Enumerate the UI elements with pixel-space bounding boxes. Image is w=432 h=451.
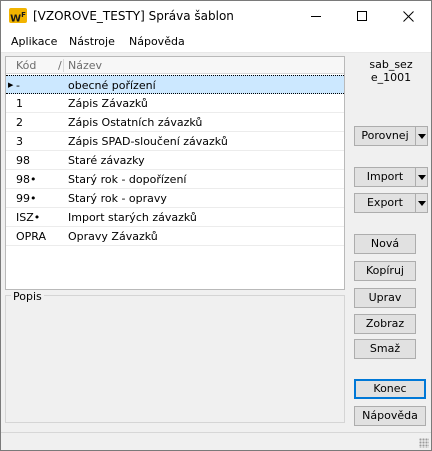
resize-grip-icon[interactable] <box>419 438 429 448</box>
column-header-kod[interactable]: Kód <box>16 59 36 72</box>
menu-aplikace[interactable]: Aplikace <box>11 35 57 48</box>
table-row[interactable]: OPRA Opravy Závazků <box>6 227 344 246</box>
table-row[interactable]: 98 Staré závazky <box>6 151 344 170</box>
menu-napoveda[interactable]: Nápověda <box>129 35 185 48</box>
column-header-nazev[interactable]: Název <box>68 59 102 72</box>
chevron-down-icon <box>417 174 426 180</box>
close-icon <box>402 10 414 22</box>
app-window: WF [VZOROVE_TESTY] Správa šablon Aplikac… <box>0 0 432 451</box>
cell-kod: 1 <box>16 97 23 110</box>
cell-kod: 3 <box>16 135 23 148</box>
minimize-icon <box>311 15 321 17</box>
menu-nastroje[interactable]: Nástroje <box>69 35 115 48</box>
cell-kod: OPRA <box>16 230 47 243</box>
table-row[interactable]: 1 Zápis Závazků <box>6 94 344 113</box>
export-dropdown-button[interactable] <box>415 193 428 213</box>
chevron-down-icon <box>417 133 426 139</box>
window-title: [VZOROVE_TESTY] Správa šablon <box>33 9 234 23</box>
cell-nazev: Import starých závazků <box>68 211 197 224</box>
template-code-line1: sab_sez <box>369 58 413 71</box>
porovnej-dropdown-button[interactable] <box>415 126 428 146</box>
konec-button[interactable]: Konec <box>354 379 426 399</box>
zobraz-button[interactable]: Zobraz <box>354 314 416 334</box>
uprav-button[interactable]: Uprav <box>354 288 416 308</box>
cell-kod: ISZ• <box>16 211 41 224</box>
grid-rows: ▶ - obecné pořízení 1 Zápis Závazků 2 Zá… <box>6 75 344 246</box>
template-code: sab_sez e_1001 <box>361 58 421 84</box>
cell-nazev: Opravy Závazků <box>68 230 158 243</box>
maximize-icon <box>357 11 367 21</box>
table-row[interactable]: 98• Starý rok - dopořízení <box>6 170 344 189</box>
cell-kod: - <box>16 79 20 92</box>
cell-nazev: Staré závazky <box>68 154 145 167</box>
logo-main: W <box>10 13 22 25</box>
table-row[interactable]: ISZ• Import starých závazků <box>6 208 344 227</box>
table-row[interactable]: 2 Zápis Ostatních závazků <box>6 113 344 132</box>
maximize-button[interactable] <box>339 1 385 31</box>
cell-nazev: Starý rok - opravy <box>68 192 167 205</box>
minimize-button[interactable] <box>293 1 339 31</box>
export-button[interactable]: Export <box>354 193 416 213</box>
cell-kod: 98• <box>16 173 37 186</box>
porovnej-button[interactable]: Porovnej <box>354 126 416 146</box>
cell-kod: 98 <box>16 154 30 167</box>
sort-indicator-icon: / <box>58 59 62 72</box>
column-separator[interactable] <box>63 59 64 72</box>
cell-nazev: Zápis SPAD-sloučení závazků <box>68 135 228 148</box>
close-button[interactable] <box>385 1 431 31</box>
cell-nazev: Zápis Závazků <box>68 97 148 110</box>
status-bar <box>1 432 431 450</box>
logo-sup: F <box>21 11 26 19</box>
popis-label: Popis <box>11 290 44 303</box>
template-code-line2: e_1001 <box>370 71 412 84</box>
grid-header: Kód / Název <box>6 57 344 74</box>
app-logo-icon[interactable]: WF <box>9 8 27 25</box>
cell-nazev: Starý rok - dopořízení <box>68 173 187 186</box>
smaz-button[interactable]: Smaž <box>354 339 416 359</box>
chevron-down-icon <box>417 200 426 206</box>
popis-panel <box>5 295 345 423</box>
cell-nazev: Zápis Ostatních závazků <box>68 116 203 129</box>
nova-button[interactable]: Nová <box>354 234 416 254</box>
menu-bar: Aplikace Nástroje Nápověda <box>1 31 431 53</box>
templates-grid[interactable]: Kód / Název ▶ - obecné pořízení 1 Zápis … <box>5 56 345 290</box>
import-dropdown-button[interactable] <box>415 167 428 187</box>
title-bar[interactable]: WF [VZOROVE_TESTY] Správa šablon <box>1 1 431 31</box>
cell-nazev: obecné pořízení <box>68 79 156 92</box>
kopiruj-button[interactable]: Kopíruj <box>354 261 416 281</box>
table-row[interactable]: ▶ - obecné pořízení <box>6 75 344 94</box>
napoveda-button[interactable]: Nápověda <box>354 406 426 426</box>
table-row[interactable]: 99• Starý rok - opravy <box>6 189 344 208</box>
cell-kod: 99• <box>16 192 37 205</box>
table-row[interactable]: 3 Zápis SPAD-sloučení závazků <box>6 132 344 151</box>
import-button[interactable]: Import <box>354 167 416 187</box>
current-row-icon: ▶ <box>8 81 14 89</box>
cell-kod: 2 <box>16 116 23 129</box>
